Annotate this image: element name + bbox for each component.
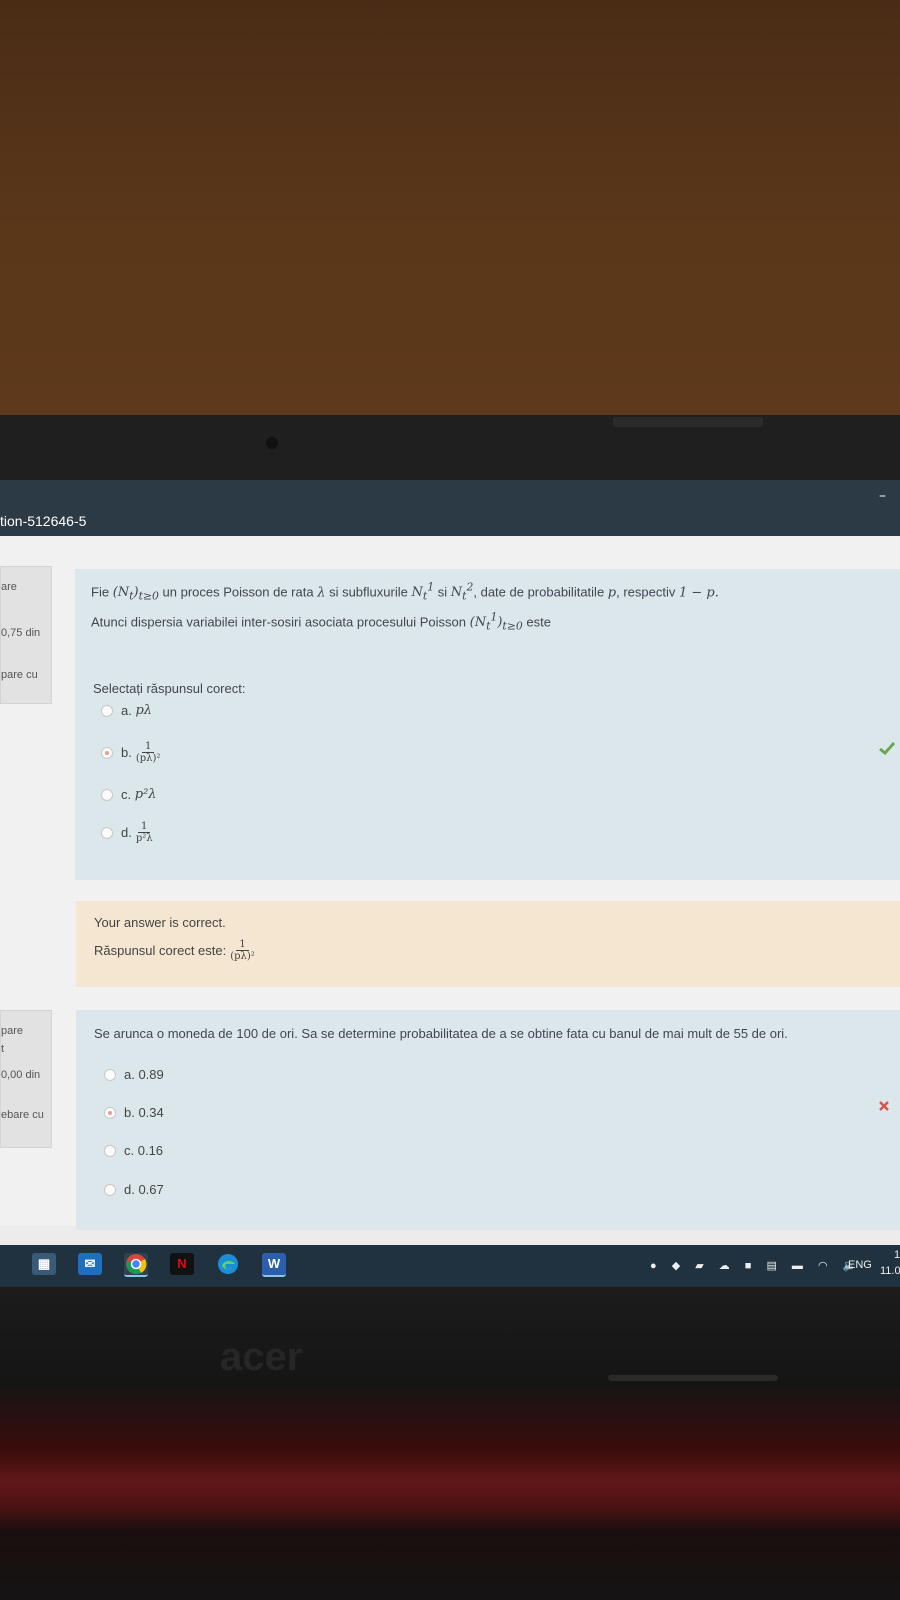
radio-button-selected[interactable]: [101, 746, 113, 759]
minimize-button[interactable]: –: [879, 488, 886, 504]
laptop-logo: acer: [220, 1335, 303, 1379]
question-1-state: are: [1, 581, 17, 593]
language-indicator[interactable]: ENG: [848, 1259, 872, 1271]
windows-taskbar: ▦ ✉ N W ● ◆ ▰ ☁ ■ ▤ ▬ ◠ 🔈 ENG 1 11.0: [0, 1245, 900, 1287]
laptop-bezel-top: [0, 415, 900, 480]
question-1-text-line1: Fie (Nt)t≥0 un proces Poisson de rata λ …: [91, 581, 719, 603]
question-2-state: pare: [1, 1025, 24, 1037]
mail-icon[interactable]: ✉: [78, 1253, 102, 1275]
window-title: tion-512646-5: [0, 513, 87, 529]
question-2-option-d[interactable]: d. 0.67: [104, 1182, 164, 1197]
radio-button[interactable]: [104, 1183, 116, 1196]
radio-button[interactable]: [101, 788, 113, 801]
radio-button-selected[interactable]: [104, 1106, 116, 1119]
question-1-mark: 0,75 din: [1, 627, 41, 639]
quiz-review-page: are 0,75 din pare cu Fie (Nt)t≥0 un proc…: [0, 536, 900, 1230]
question-1-option-b[interactable]: b. 1 (pλ)²: [101, 741, 160, 764]
clock-top[interactable]: 1: [894, 1249, 900, 1261]
fraction: 1 (pλ)²: [230, 939, 255, 962]
question-2-option-a[interactable]: a. 0.89: [104, 1067, 164, 1082]
question-2-option-c[interactable]: c. 0.16: [104, 1143, 163, 1158]
wall-background: [0, 0, 900, 415]
question-2-t: t: [1, 1043, 5, 1055]
question-1-option-d[interactable]: d. 1 p²λ: [101, 821, 153, 844]
question-1-option-a[interactable]: a. pλ: [101, 703, 152, 718]
question-1-box: Fie (Nt)t≥0 un proces Poisson de rata λ …: [75, 569, 900, 880]
question-2-text: Se arunca o moneda de 100 de ori. Sa se …: [94, 1026, 788, 1041]
webcam: [266, 437, 278, 449]
question-1-text-line2: Atunci dispersia variabilei inter-sosiri…: [91, 611, 551, 633]
question-2-flag[interactable]: ebare cu: [1, 1109, 44, 1121]
radio-button[interactable]: [104, 1144, 116, 1157]
question-1-option-c[interactable]: c. p²λ: [101, 787, 157, 802]
question-2-info: pare t 0,00 din ebare cu: [0, 1010, 52, 1148]
laptop-hinge: [608, 1375, 778, 1381]
question-1-info: are 0,75 din pare cu: [0, 566, 52, 704]
laptop-keyboard-deck: acer: [0, 1287, 900, 1600]
chrome-icon[interactable]: [124, 1253, 148, 1277]
fraction: 1 p²λ: [135, 821, 153, 844]
feedback-correct-answer: Răspunsul corect este: 1 (pλ)²: [94, 939, 255, 962]
feedback-status: Your answer is correct.: [94, 915, 226, 930]
window-titlebar: tion-512646-5 –: [0, 480, 900, 536]
question-2-box: Se arunca o moneda de 100 de ori. Sa se …: [76, 1010, 900, 1230]
radio-button[interactable]: [101, 704, 113, 717]
check-icon: [879, 741, 895, 755]
clock[interactable]: 11.0: [880, 1265, 900, 1277]
system-tray-icons[interactable]: ● ◆ ▰ ☁ ■ ▤ ▬ ◠ 🔈: [650, 1259, 862, 1272]
question-1-prompt: Selectați răspunsul corect:: [93, 681, 246, 696]
question-2-option-b[interactable]: b. 0.34: [104, 1105, 164, 1120]
question-1-flag[interactable]: pare cu: [1, 669, 38, 681]
cross-icon: [879, 1101, 889, 1111]
radio-button[interactable]: [101, 826, 113, 839]
question-1-feedback: Your answer is correct. Răspunsul corect…: [76, 901, 900, 987]
radio-button[interactable]: [104, 1068, 116, 1081]
laptop-screen: tion-512646-5 – are 0,75 din pare cu Fie…: [0, 480, 900, 1245]
question-2-mark: 0,00 din: [1, 1069, 41, 1081]
netflix-icon[interactable]: N: [170, 1253, 194, 1275]
store-icon[interactable]: ▦: [32, 1253, 56, 1275]
edge-icon[interactable]: [216, 1253, 240, 1275]
word-icon[interactable]: W: [262, 1253, 286, 1277]
bezel-notch: [613, 417, 763, 427]
fraction: 1 (pλ)²: [135, 741, 161, 764]
